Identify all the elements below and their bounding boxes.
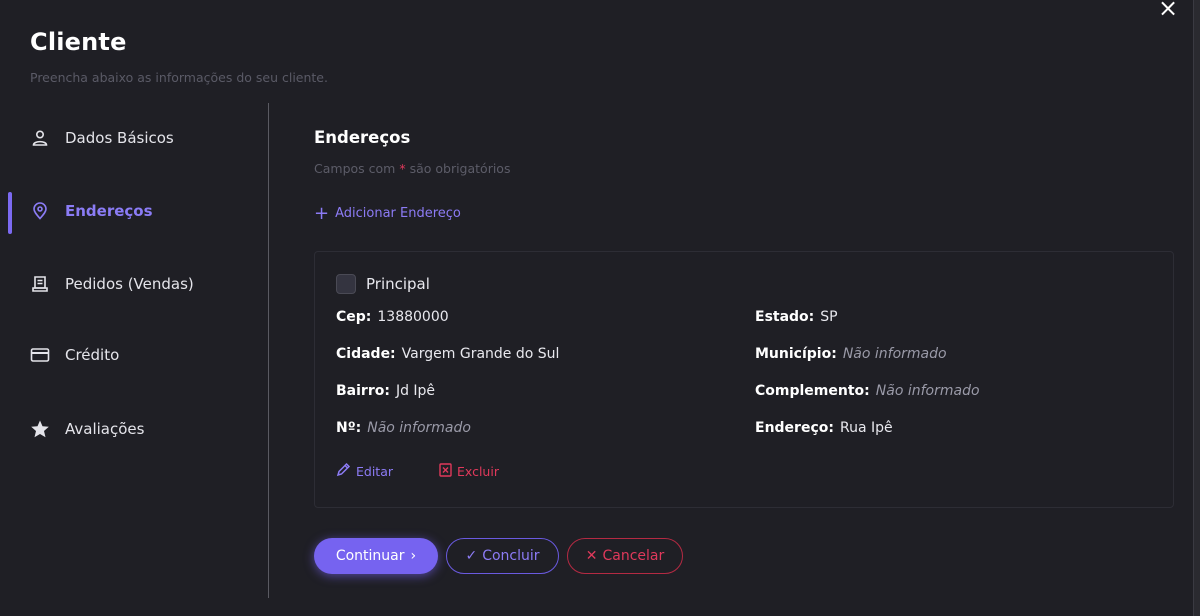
main-content: Endereços Campos com * são obrigatórios … xyxy=(314,128,1174,508)
field-numero: Nº: Não informado xyxy=(336,420,471,436)
cancel-button[interactable]: ✕ Cancelar xyxy=(567,538,683,574)
plus-icon: + xyxy=(314,203,330,224)
x-icon: ✕ xyxy=(585,548,598,564)
field-cep: Cep: 13880000 xyxy=(336,309,449,325)
chevron-right-icon: › xyxy=(410,548,417,564)
star-icon xyxy=(30,419,50,439)
required-fields-note: Campos com * são obrigatórios xyxy=(314,161,511,176)
add-address-button[interactable]: + Adicionar Endereço xyxy=(314,203,1174,224)
sidebar-item-pedidos[interactable]: Pedidos (Vendas) xyxy=(0,262,260,306)
close-icon[interactable]: × xyxy=(1156,0,1180,20)
user-icon xyxy=(30,128,50,148)
footer-actions: Continuar › ✓ Concluir ✕ Cancelar xyxy=(314,538,691,574)
conclude-button[interactable]: ✓ Concluir xyxy=(446,538,559,574)
sidebar-item-label: Crédito xyxy=(65,346,120,364)
principal-checkbox[interactable] xyxy=(336,274,356,294)
field-bairro: Bairro: Jd Ipê xyxy=(336,383,436,399)
principal-label: Principal xyxy=(366,275,430,293)
receipt-icon xyxy=(30,274,50,294)
sidebar-divider xyxy=(268,103,269,598)
principal-option: Principal xyxy=(336,274,430,294)
address-actions: Editar Excluir xyxy=(336,462,499,480)
delete-box-icon xyxy=(439,462,457,480)
field-cidade: Cidade: Vargem Grande do Sul xyxy=(336,346,560,362)
section-title: Endereços xyxy=(314,128,411,147)
page-title: Cliente xyxy=(30,28,127,56)
credit-card-icon xyxy=(30,345,50,365)
sidebar-item-dados-basicos[interactable]: Dados Básicos xyxy=(0,116,260,160)
sidebar-item-avaliacoes[interactable]: Avaliações xyxy=(0,407,260,451)
sidebar-item-label: Endereços xyxy=(65,202,153,220)
edit-address-button[interactable]: Editar xyxy=(336,462,393,480)
page-subtitle: Preencha abaixo as informações do seu cl… xyxy=(30,70,328,85)
sidebar-item-label: Avaliações xyxy=(65,420,145,438)
field-estado: Estado: SP xyxy=(755,309,838,325)
sidebar-item-enderecos[interactable]: Endereços xyxy=(0,189,260,233)
add-address-label: Adicionar Endereço xyxy=(335,206,461,221)
continue-button[interactable]: Continuar › xyxy=(314,538,438,574)
field-endereco: Endereço: Rua Ipê xyxy=(755,420,893,436)
modal-header: Cliente Preencha abaixo as informações d… xyxy=(30,28,328,85)
field-municipio: Município: Não informado xyxy=(755,346,947,362)
delete-address-button[interactable]: Excluir xyxy=(439,462,499,480)
required-star: * xyxy=(399,161,406,176)
pencil-icon xyxy=(336,462,356,480)
sidebar-item-label: Dados Básicos xyxy=(65,129,174,147)
location-pin-icon xyxy=(30,201,50,221)
sidebar-item-label: Pedidos (Vendas) xyxy=(65,275,194,293)
sidebar-item-credito[interactable]: Crédito xyxy=(0,333,260,377)
field-complemento: Complemento: Não informado xyxy=(755,383,980,399)
address-card: Principal Cep: 13880000 Estado: SP Cidade:… xyxy=(314,251,1174,508)
check-icon: ✓ xyxy=(465,548,478,564)
right-scroll-strip xyxy=(1193,0,1200,616)
